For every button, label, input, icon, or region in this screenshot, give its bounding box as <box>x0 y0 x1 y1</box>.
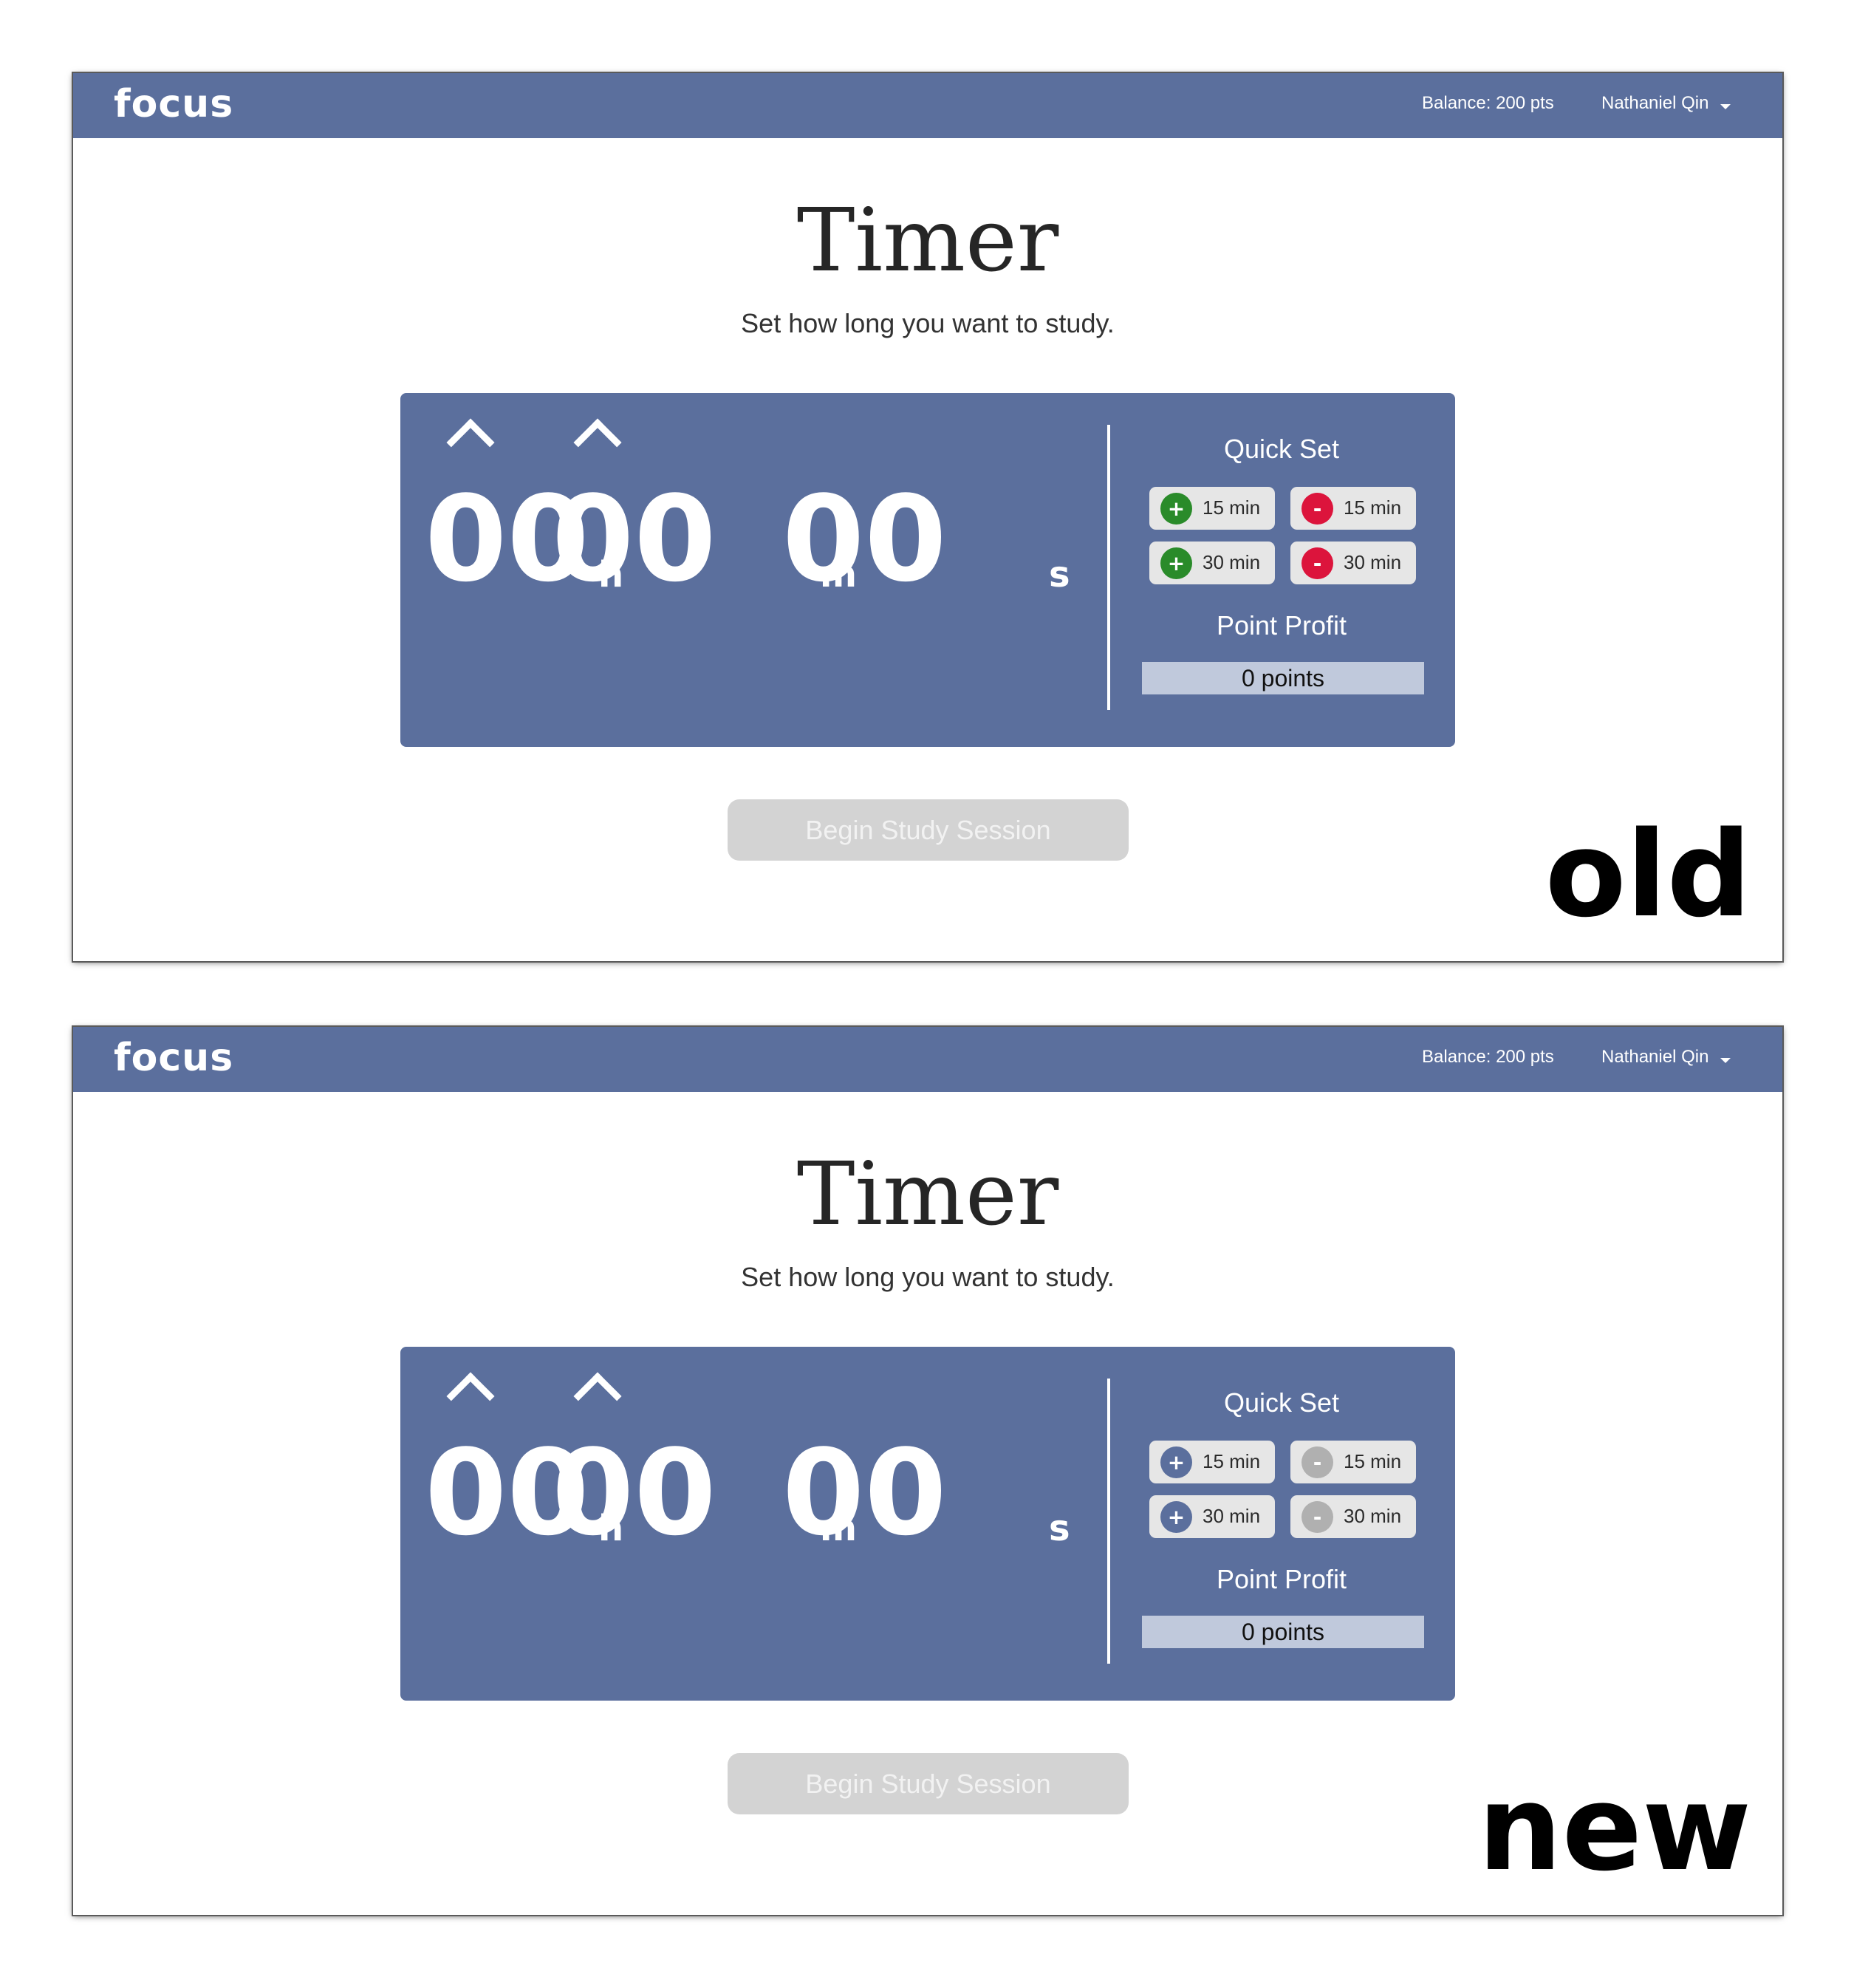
timer-box: 00 h 00 m 00 s Quick Set + 15 min - 15 m… <box>400 393 1455 747</box>
button-label: 30 min <box>1344 1505 1402 1527</box>
page-subtitle: Set how long you want to study. <box>741 1262 1115 1292</box>
app-logo[interactable]: focus <box>114 1036 233 1080</box>
timer-box: 00 h 00 m 00 s Quick Set + 15 min - 15 m… <box>400 1347 1455 1701</box>
add-15-min-button[interactable]: + 15 min <box>1149 1441 1275 1483</box>
timer-divider <box>1107 425 1110 710</box>
button-label: 30 min <box>1203 1505 1261 1527</box>
point-profit-value: 0 points <box>1142 662 1424 694</box>
user-menu[interactable]: Nathaniel Qin <box>1601 1047 1708 1068</box>
button-label: 15 min <box>1203 1450 1261 1472</box>
seconds-unit: s <box>1049 554 1070 595</box>
seconds-digits: 00 <box>782 1424 947 1562</box>
add-15-min-button[interactable]: + 15 min <box>1149 487 1275 530</box>
plus-icon: + <box>1160 547 1192 579</box>
caret-down-icon[interactable] <box>1720 104 1731 109</box>
user-menu[interactable]: Nathaniel Qin <box>1601 93 1708 114</box>
subtract-15-min-button[interactable]: - 15 min <box>1290 1441 1416 1483</box>
hours-increment-arrow-icon[interactable] <box>446 1372 495 1421</box>
begin-study-session-button[interactable]: Begin Study Session <box>728 799 1129 861</box>
minutes-increment-arrow-icon[interactable] <box>573 418 622 467</box>
button-label: 30 min <box>1203 551 1261 573</box>
quick-set-heading: Quick Set <box>1223 434 1340 464</box>
begin-study-session-button[interactable]: Begin Study Session <box>728 1753 1129 1814</box>
minutes-digits: 00 <box>552 470 716 608</box>
point-profit-value: 0 points <box>1142 1616 1424 1648</box>
add-30-min-button[interactable]: + 30 min <box>1149 1495 1275 1538</box>
seconds-digits: 00 <box>782 470 947 608</box>
plus-icon: + <box>1160 1501 1192 1533</box>
page-subtitle: Set how long you want to study. <box>741 308 1115 338</box>
minutes-increment-arrow-icon[interactable] <box>573 1372 622 1421</box>
button-label: 15 min <box>1203 496 1261 519</box>
seconds-unit: s <box>1049 1508 1070 1549</box>
balance-display: Balance: 200 pts <box>1422 93 1554 113</box>
plus-icon: + <box>1160 1446 1192 1478</box>
minus-icon: - <box>1301 493 1333 525</box>
minus-icon: - <box>1301 547 1333 579</box>
timer-divider <box>1107 1379 1110 1664</box>
hours-increment-arrow-icon[interactable] <box>446 418 495 467</box>
navbar: focus Balance: 200 pts Nathaniel Qin <box>73 1027 1782 1092</box>
new-screenshot-panel: focus Balance: 200 pts Nathaniel Qin Tim… <box>73 1027 1782 1915</box>
balance-display: Balance: 200 pts <box>1422 1047 1554 1067</box>
button-label: 30 min <box>1344 551 1402 573</box>
page-title: Timer <box>796 189 1059 291</box>
point-profit-heading: Point Profit <box>1216 610 1347 641</box>
caret-down-icon[interactable] <box>1720 1058 1731 1063</box>
version-label: new <box>1477 1759 1751 1897</box>
minutes-digits: 00 <box>552 1424 716 1562</box>
subtract-15-min-button[interactable]: - 15 min <box>1290 487 1416 530</box>
navbar: focus Balance: 200 pts Nathaniel Qin <box>73 73 1782 138</box>
button-label: 15 min <box>1344 496 1402 519</box>
version-label: old <box>1545 805 1751 943</box>
page-title: Timer <box>796 1143 1059 1245</box>
old-screenshot-panel: focus Balance: 200 pts Nathaniel Qin Tim… <box>73 73 1782 961</box>
plus-icon: + <box>1160 493 1192 525</box>
minus-icon: - <box>1301 1501 1333 1533</box>
app-logo[interactable]: focus <box>114 82 233 126</box>
add-30-min-button[interactable]: + 30 min <box>1149 542 1275 584</box>
button-label: 15 min <box>1344 1450 1402 1472</box>
subtract-30-min-button[interactable]: - 30 min <box>1290 542 1416 584</box>
point-profit-heading: Point Profit <box>1216 1564 1347 1594</box>
subtract-30-min-button[interactable]: - 30 min <box>1290 1495 1416 1538</box>
quick-set-heading: Quick Set <box>1223 1387 1340 1418</box>
minus-icon: - <box>1301 1446 1333 1478</box>
